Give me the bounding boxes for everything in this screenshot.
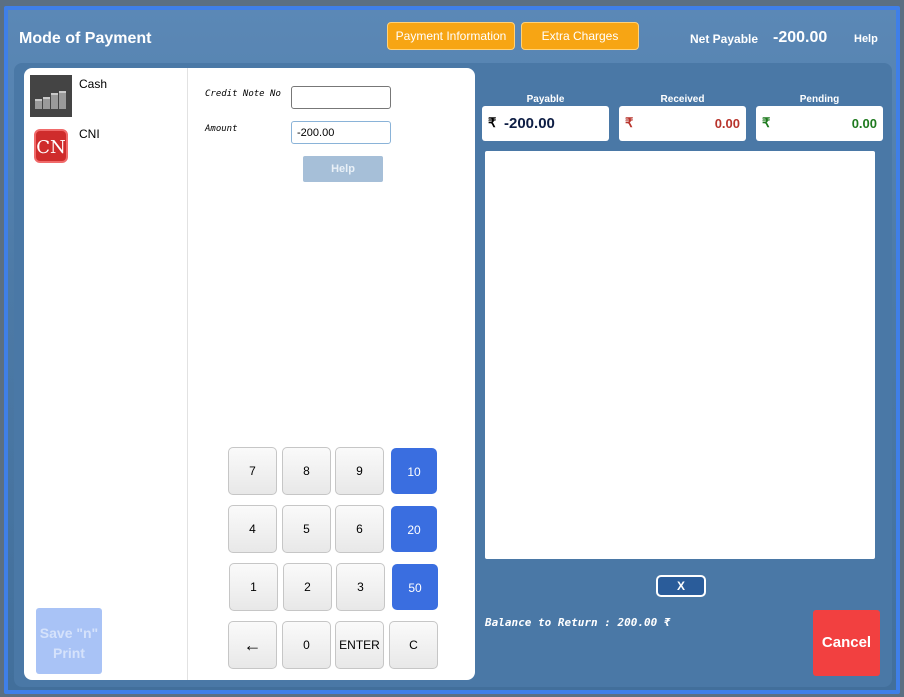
payment-mode-list: Cash CN CNI Save "n" Print <box>24 68 188 680</box>
rupee-icon: ₹ <box>762 115 771 130</box>
pending-label: Pending <box>799 94 840 105</box>
amount-input[interactable] <box>291 121 391 144</box>
mode-item-cash[interactable]: Cash <box>30 75 180 119</box>
keypad-key-6[interactable]: 6 <box>335 505 384 553</box>
save-and-print-button[interactable]: Save "n" Print <box>36 608 102 674</box>
cash-coins-icon <box>30 75 72 117</box>
keypad-key-10[interactable]: 10 <box>391 448 437 494</box>
payable-value: -200.00 <box>504 115 555 132</box>
payment-lines-list[interactable] <box>485 151 875 559</box>
help-link[interactable]: Help <box>854 33 878 45</box>
keypad-key-4[interactable]: 4 <box>228 505 277 553</box>
keypad-key-50[interactable]: 50 <box>392 564 438 610</box>
keypad-key-2[interactable]: 2 <box>283 563 332 611</box>
keypad-key-1[interactable]: 1 <box>229 563 278 611</box>
rupee-icon: ₹ <box>625 115 634 130</box>
payment-entry-panel: Cash CN CNI Save "n" Print Credit Note N… <box>24 68 475 680</box>
keypad-enter-key[interactable]: ENTER <box>335 621 384 669</box>
amount-label: Amount <box>205 124 238 134</box>
keypad-key-5[interactable]: 5 <box>282 505 331 553</box>
keypad-key-3[interactable]: 3 <box>336 563 385 611</box>
balance-to-return: Balance to Return : 200.00 ₹ <box>485 616 671 629</box>
net-payable-value: -200.00 <box>773 29 828 46</box>
keypad-key-9[interactable]: 9 <box>335 447 384 495</box>
net-payable-label: Net Payable <box>690 32 759 46</box>
received-value: 0.00 <box>714 116 740 131</box>
mode-item-cni[interactable]: CN CNI <box>30 125 180 169</box>
credit-note-icon: CN <box>34 129 68 163</box>
mode-label-cash: Cash <box>79 77 108 91</box>
keypad-key-0[interactable]: 0 <box>282 621 331 669</box>
pending-box: ₹ 0.00 <box>756 106 883 141</box>
payable-label: Payable <box>526 94 565 105</box>
received-label: Received <box>660 94 705 105</box>
credit-note-input[interactable] <box>291 86 391 109</box>
payable-box: ₹ -200.00 <box>482 106 609 141</box>
payment-window: Mode of Payment Payment Information Extr… <box>4 6 900 694</box>
window-title: Mode of Payment <box>19 30 152 47</box>
keypad-key-20[interactable]: 20 <box>391 506 437 552</box>
rupee-icon: ₹ <box>488 115 497 130</box>
cancel-button[interactable]: Cancel <box>813 610 880 676</box>
content-area: Cash CN CNI Save "n" Print Credit Note N… <box>14 63 892 687</box>
keypad-clear-key[interactable]: C <box>389 621 438 669</box>
keypad-key-7[interactable]: 7 <box>228 447 277 495</box>
remove-line-button[interactable]: X <box>656 575 706 597</box>
keypad-backspace-key[interactable]: ← <box>228 621 277 669</box>
pending-value: 0.00 <box>851 116 877 131</box>
form-help-button[interactable]: Help <box>303 156 383 182</box>
keypad-key-8[interactable]: 8 <box>282 447 331 495</box>
extra-charges-button[interactable]: Extra Charges <box>521 22 639 50</box>
payment-information-button[interactable]: Payment Information <box>387 22 515 50</box>
mode-label-cni: CNI <box>79 127 100 141</box>
received-box: ₹ 0.00 <box>619 106 746 141</box>
credit-note-label: Credit Note No <box>205 89 281 99</box>
